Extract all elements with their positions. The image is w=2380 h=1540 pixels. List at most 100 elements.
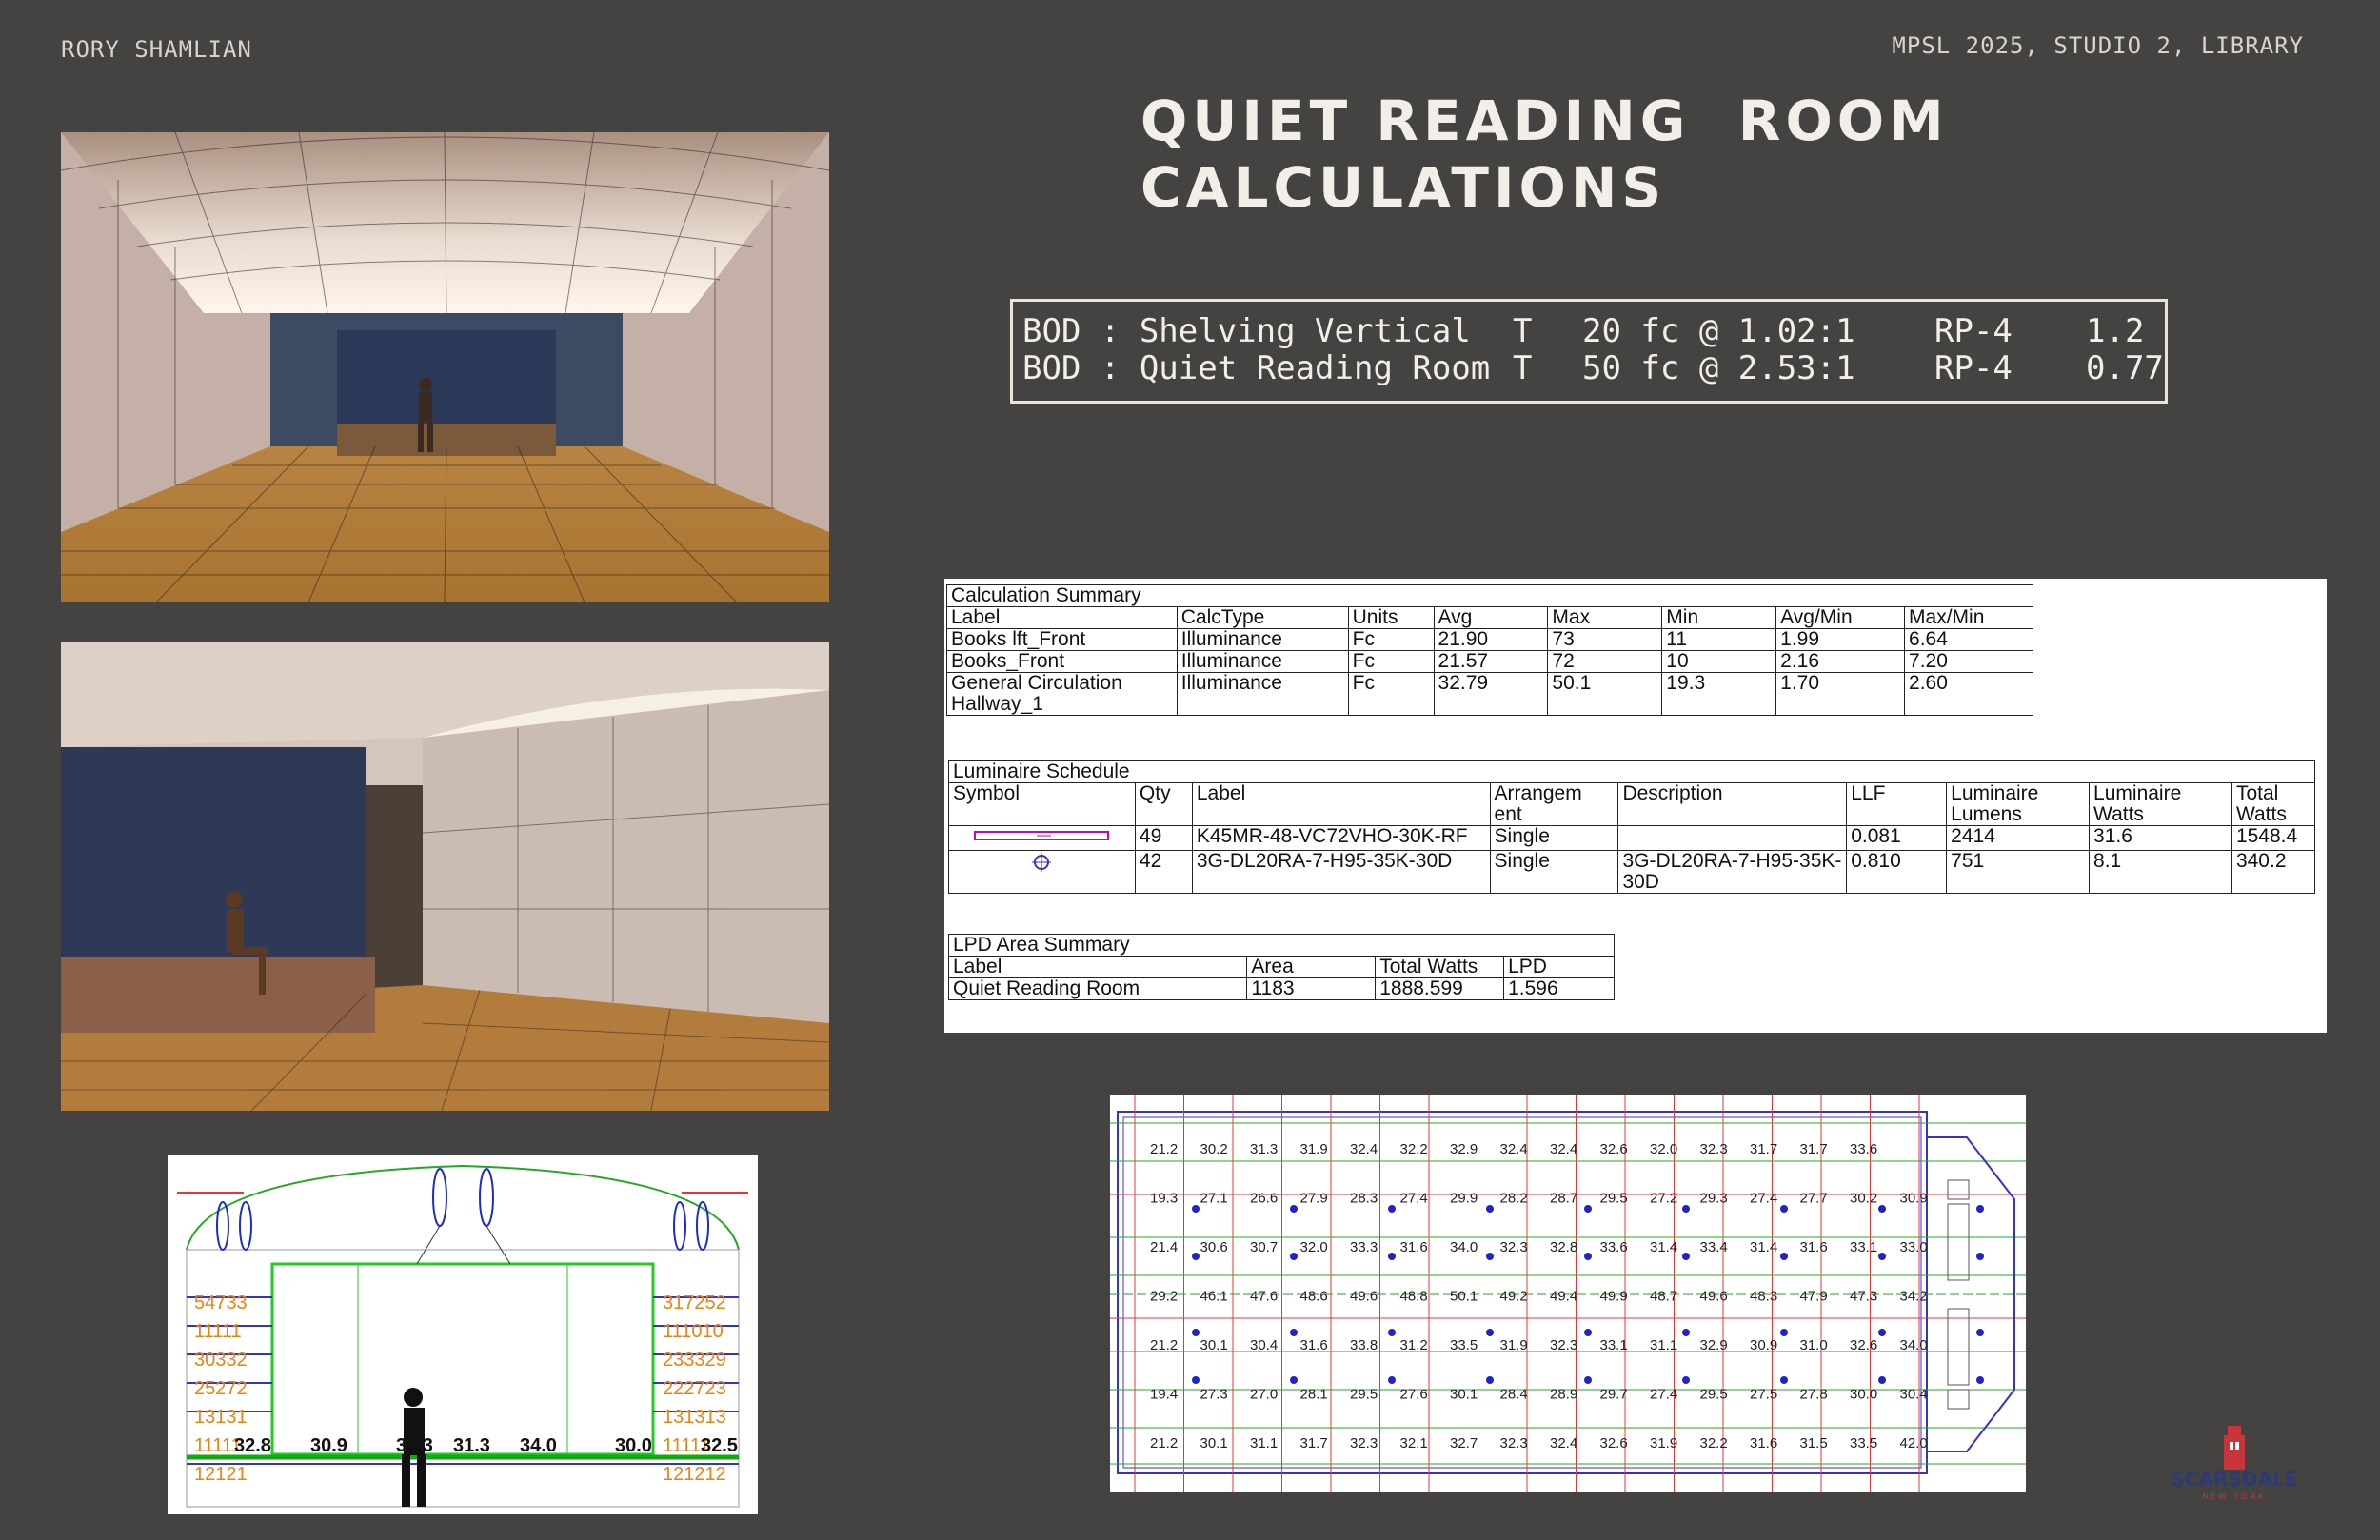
section-value-left: 13131 [194,1407,248,1428]
plan-value: 29.5 [1350,1387,1378,1403]
plan-value: 32.2 [1700,1435,1728,1451]
calc-summary-cell: Fc [1347,628,1435,651]
plan-value: 49.4 [1550,1289,1577,1305]
plan-value: 31.2 [1400,1337,1428,1353]
plan-value: 47.3 [1850,1289,1877,1305]
calc-summary-cell: 19.3 [1661,672,1777,716]
luminaire-schedule-cell: 42 [1134,850,1193,894]
plan-value: 33.1 [1600,1337,1628,1353]
downlight-icon [1192,1205,1200,1213]
bod-rp: RP-4 [1934,349,2013,387]
calc-summary-header: Avg/Min [1775,606,1906,629]
downlight-icon [1780,1329,1788,1336]
room-render-front [61,132,829,602]
calc-summary-header: Min [1661,606,1777,629]
downlight-icon [1682,1329,1690,1336]
plan-value: 32.4 [1550,1141,1577,1157]
section-floor-value: 30.0 [615,1435,652,1456]
section-floor-value: 31.3 [453,1435,490,1456]
plan-value: 47.6 [1250,1289,1278,1305]
plan-value: 27.4 [1750,1191,1777,1207]
calc-summary-cell: Illuminance [1176,672,1349,716]
plan-value: 32.9 [1450,1141,1478,1157]
downlight-icon [1486,1329,1494,1336]
downlight-icon [1976,1329,1984,1336]
luminaire-schedule-cell: 8.1 [2089,850,2232,894]
luminaire-schedule-title: Luminaire Schedule [948,760,2315,783]
calc-summary-header: Units [1347,606,1435,629]
plan-value: 32.3 [1500,1239,1528,1255]
downlight-icon [1388,1205,1396,1213]
plan-value: 32.3 [1500,1435,1528,1451]
downlight-icon [1192,1376,1200,1384]
title-line-1: QUIET READING ROOM [1140,89,1949,153]
plan-value: 33.5 [1450,1337,1478,1353]
plan-value: 21.4 [1150,1239,1178,1255]
plan-value: 30.4 [1250,1337,1278,1353]
bod-value: 0.77 [2086,349,2164,387]
plan-value: 26.6 [1250,1191,1278,1207]
section-floor-value: 30.9 [310,1435,347,1456]
plan-value: 28.9 [1550,1387,1577,1403]
plan-value: 34.2 [1900,1289,1928,1305]
plan-value: 47.9 [1800,1289,1828,1305]
downlight-icon [1290,1329,1298,1336]
calc-summary-cell: 72 [1547,650,1663,673]
section-value-right: 222723 [663,1378,726,1399]
luminaire-schedule-cell: 0.081 [1846,825,1948,851]
plan-value: 27.3 [1200,1387,1228,1403]
plan-value: 49.9 [1600,1289,1628,1305]
plan-value: 31.1 [1250,1435,1278,1451]
plan-value: 31.9 [1300,1141,1328,1157]
bod-type: T [1513,312,1533,350]
downlight-icon [1388,1376,1396,1384]
bod-row: BOD : Quiet Reading Room T 50 fc @ 2.53:… [1022,349,2164,616]
calc-summary-cell: 1.70 [1775,672,1906,716]
luminaire-schedule-cell: 3G-DL20RA-7-H95-35K-30D [1617,850,1848,894]
downlight-icon [1388,1253,1396,1260]
author-name: RORY SHAMLIAN [61,36,252,63]
plan-value: 33.1 [1850,1239,1877,1255]
downlight-icon [1584,1376,1592,1384]
calc-summary-cell: Illuminance [1176,628,1349,651]
section-value-left: 30332 [194,1350,248,1371]
plan-value: 31.6 [1400,1239,1428,1255]
plan-value: 30.4 [1900,1387,1928,1403]
lpd-summary-header: Label [947,956,1248,978]
plan-value: 33.6 [1850,1141,1877,1157]
plan-value: 29.7 [1600,1387,1628,1403]
plan-value: 30.1 [1450,1387,1478,1403]
luminaire-schedule-header: Symbol [948,782,1136,826]
section-illuminance-drawing: 54733 11111 30332 25272 13131 11111 12121 3172… [168,1155,758,1514]
plan-value: 32.2 [1400,1141,1428,1157]
plan-value: 31.3 [1250,1141,1278,1157]
plan-value: 34.0 [1900,1337,1928,1353]
lpd-area-summary-table: LPD Area Summary Label Area Total Watts LPD… [947,934,1615,1000]
calc-summary-cell: Books_Front [946,650,1178,673]
plan-value: 30.1 [1200,1435,1228,1451]
calc-summary-cell: 6.64 [1904,628,2033,651]
plan-value: 32.3 [1700,1141,1728,1157]
plan-value: 30.2 [1200,1141,1228,1157]
plan-value: 28.7 [1550,1191,1577,1207]
plan-value: 28.3 [1350,1191,1378,1207]
calc-summary-cell: 10 [1661,650,1777,673]
plan-value: 27.0 [1250,1387,1278,1403]
plan-value: 27.1 [1200,1191,1228,1207]
calc-summary-header: Max/Min [1904,606,2033,629]
plan-value: 34.0 [1450,1239,1478,1255]
plan-value: 21.2 [1150,1337,1178,1353]
calc-summary-header: Max [1547,606,1663,629]
calc-summary-cell: Fc [1347,650,1435,673]
downlight-icon [1290,1253,1298,1260]
plan-value: 42.0 [1900,1435,1928,1451]
calc-summary-cell: Illuminance [1176,650,1349,673]
calc-summary-cell: 2.60 [1904,672,2033,716]
downlight-icon [1682,1253,1690,1260]
luminaire-schedule-header: Luminaire Watts [2089,782,2232,826]
plan-value: 32.4 [1550,1435,1577,1451]
plan-value: 30.7 [1250,1239,1278,1255]
luminaire-schedule-header: Label [1191,782,1491,826]
lpd-summary-header: Area [1246,956,1377,978]
plan-value: 31.5 [1800,1435,1828,1451]
